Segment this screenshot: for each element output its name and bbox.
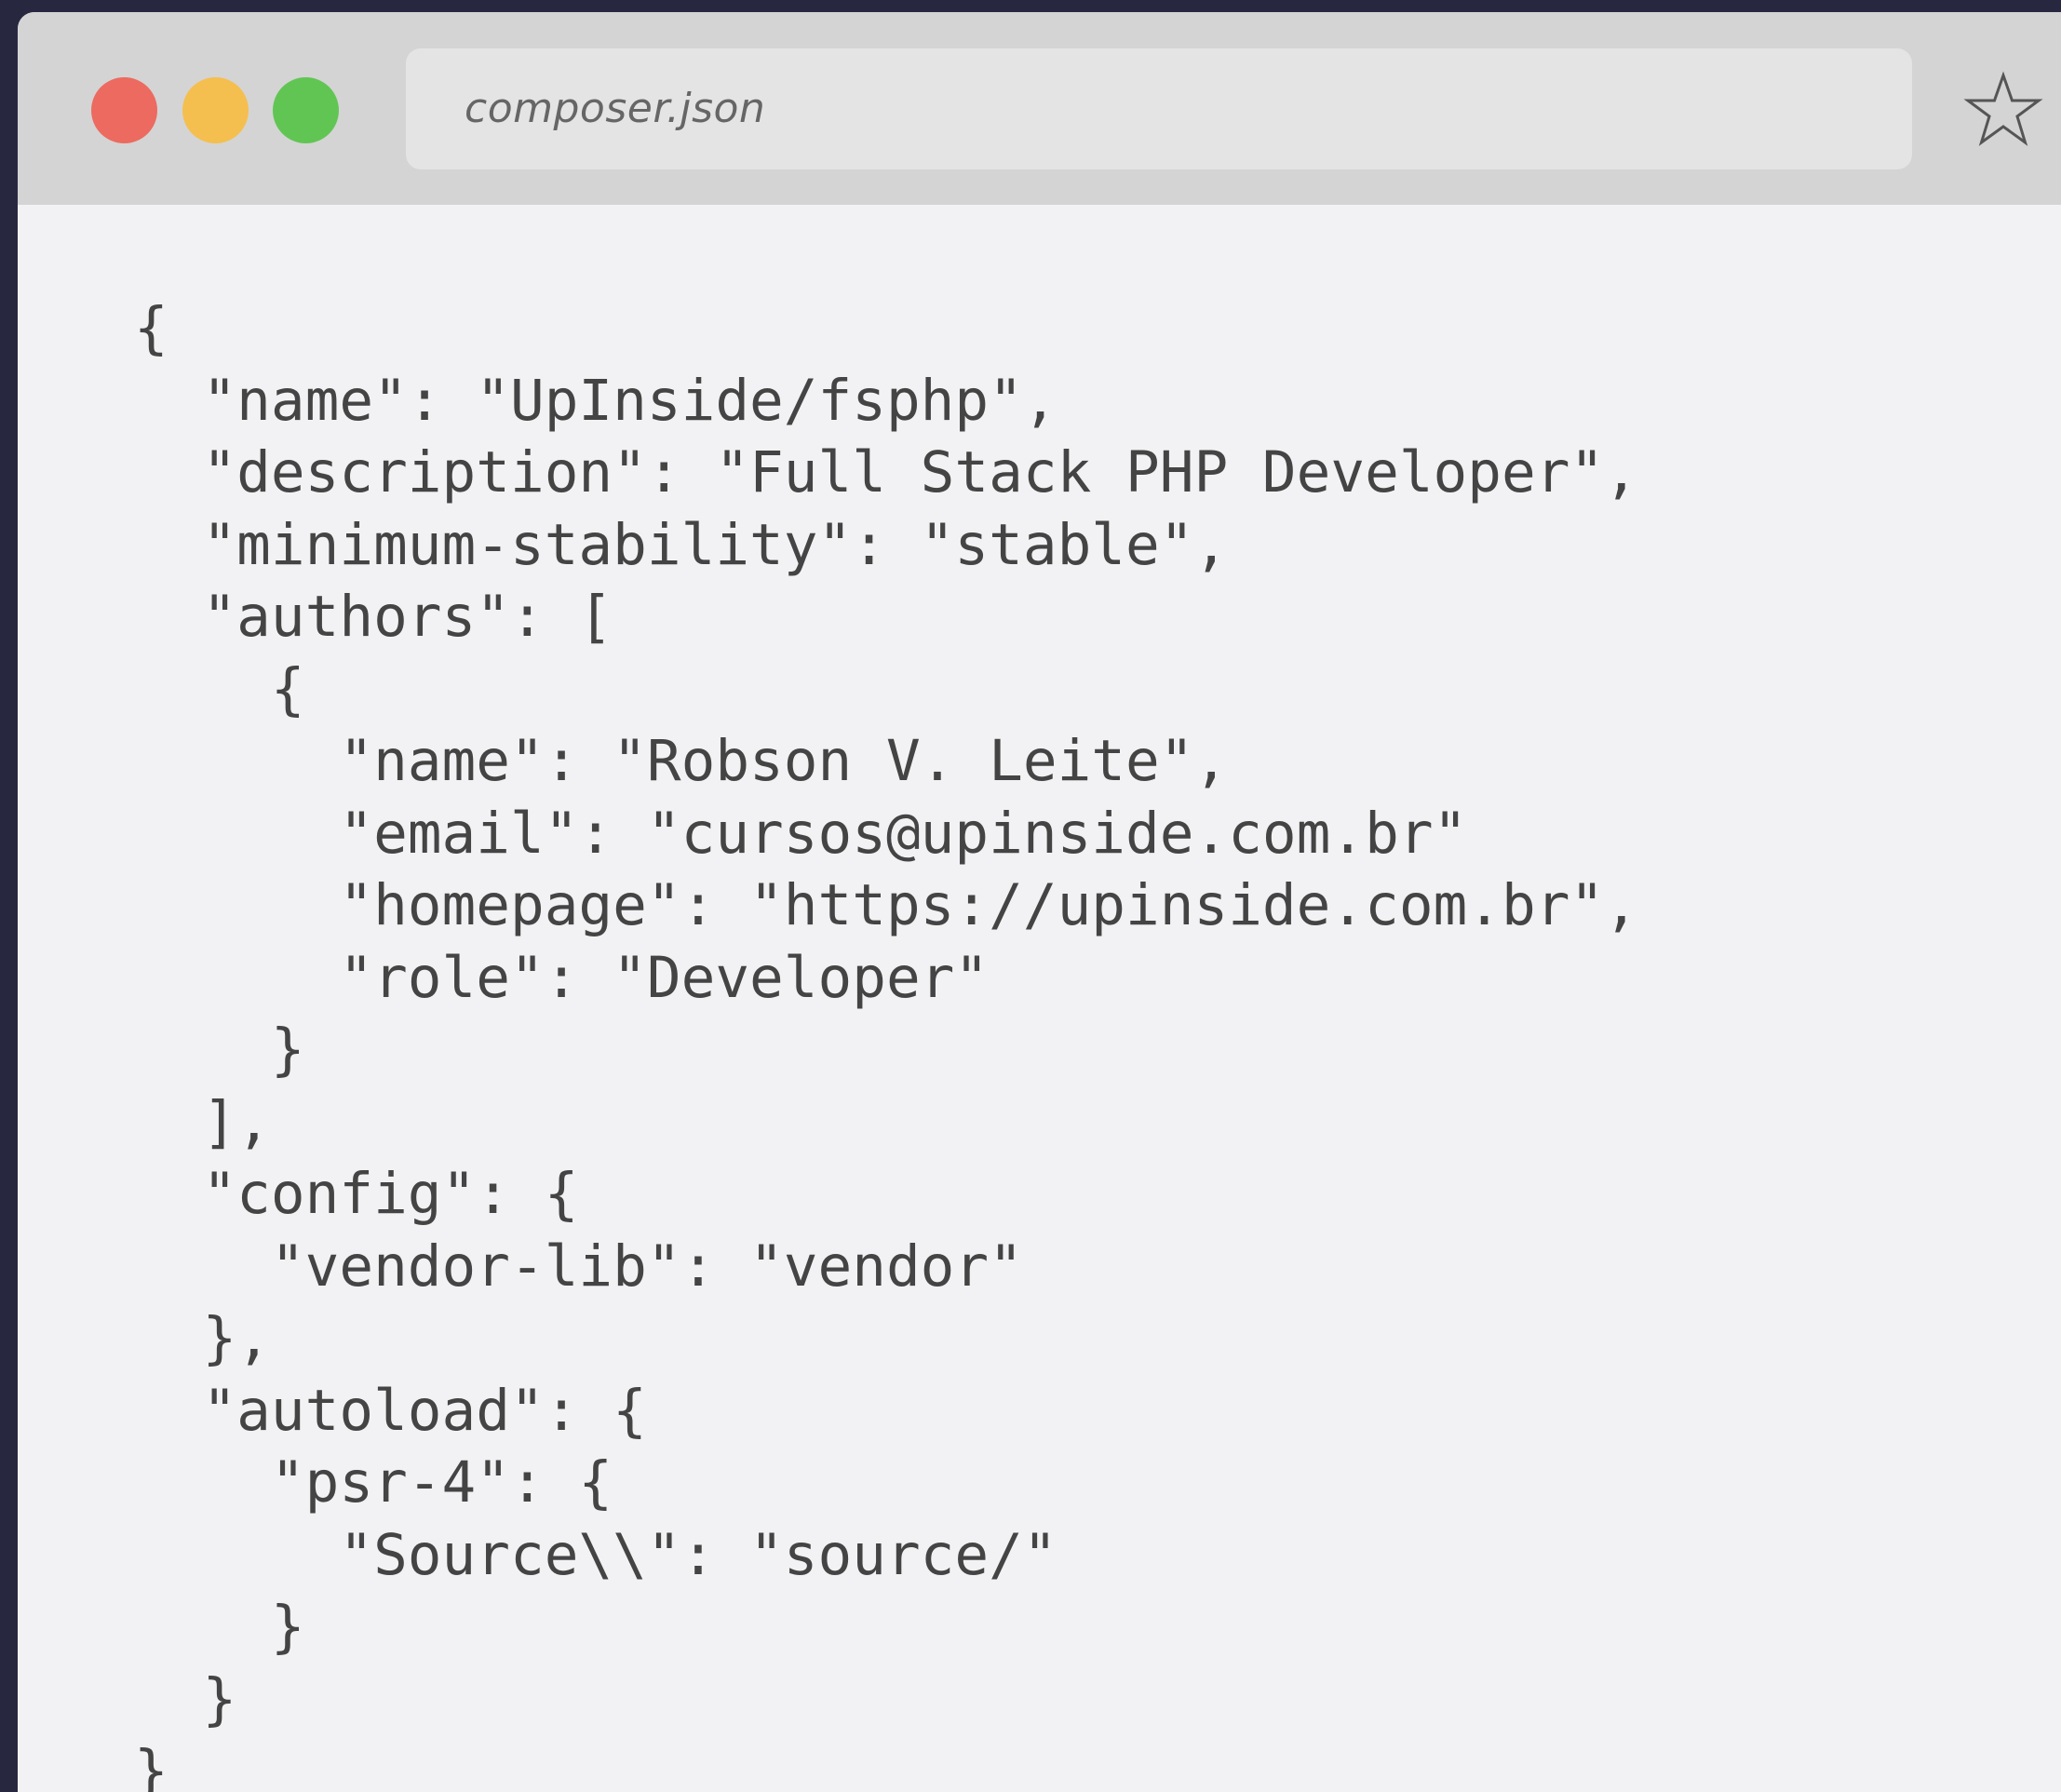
code-line: "role": "Developer" [134,944,990,1011]
minimize-button[interactable] [182,77,249,143]
code-block: { "name": "UpInside/fsphp", "description… [134,292,1638,1792]
star-icon[interactable] [1963,70,2043,150]
code-line: "name": "UpInside/fsphp", [134,367,1057,434]
code-line: "homepage": "https://upinside.com.br", [134,872,1638,938]
code-line: ], [134,1088,271,1155]
file-name: composer.json [465,85,766,132]
code-line: { [134,655,305,722]
code-line: "name": "Robson V. Leite", [134,728,1229,794]
code-line: "email": "cursos@upinside.com.br" [134,800,1468,867]
code-line: "vendor-lib": "vendor" [134,1233,1023,1300]
code-line: } [134,1665,237,1732]
code-line: } [134,1594,305,1660]
code-line: "config": { [134,1161,579,1227]
code-line: "Source\\": "source/" [134,1521,1057,1588]
code-line: "minimum-stability": "stable", [134,511,1229,578]
code-line: } [134,1017,305,1083]
address-bar[interactable]: composer.json [406,48,1912,169]
title-bar: composer.json [18,12,2061,205]
code-line: }, [134,1305,271,1371]
code-line: "authors": [ [134,584,613,650]
code-line: "psr-4": { [134,1449,613,1516]
editor-window: composer.json { "name": "UpInside/fsphp"… [18,12,2061,1792]
maximize-button[interactable] [273,77,339,143]
code-line: { [134,295,168,361]
star-icon-graphic [1963,71,2043,146]
code-line: "autoload": { [134,1377,647,1444]
code-line: "description": "Full Stack PHP Developer… [134,439,1638,505]
close-button[interactable] [91,77,157,143]
code-line: } [134,1738,168,1792]
